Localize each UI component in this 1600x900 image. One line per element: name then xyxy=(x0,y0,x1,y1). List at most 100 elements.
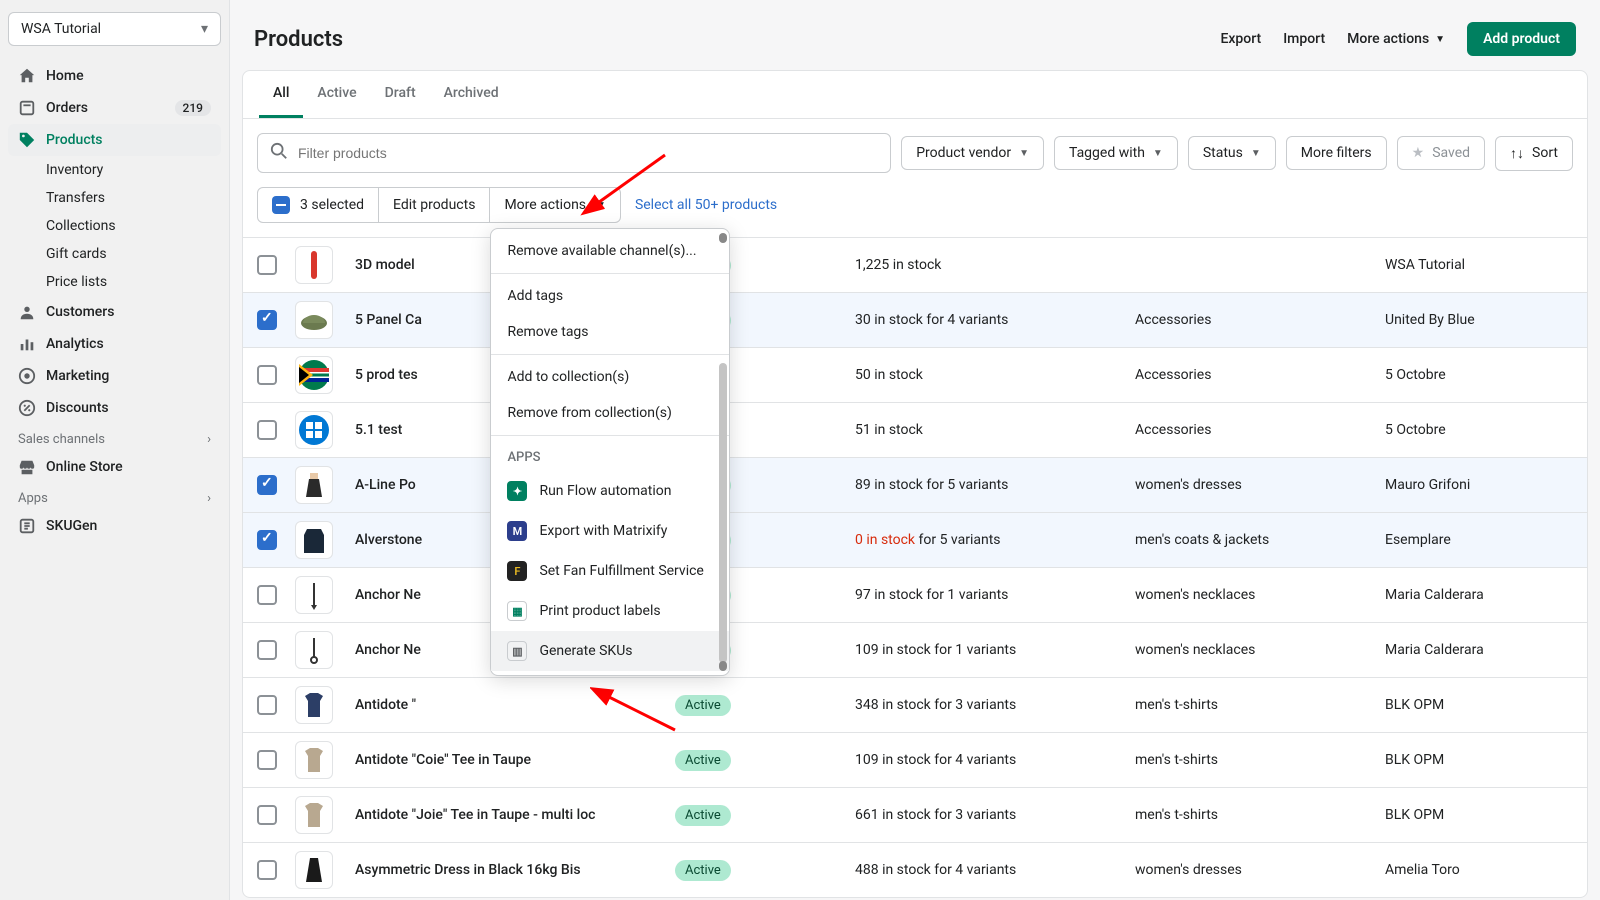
nav-marketing[interactable]: Marketing xyxy=(8,360,221,392)
tab-archived[interactable]: Archived xyxy=(430,71,513,118)
table-row[interactable]: Antidote "Coie" Tee in TaupeActive109 in… xyxy=(243,732,1587,787)
product-name[interactable]: Asymmetric Dress in Black 16kg Bis xyxy=(355,862,665,878)
product-vendor: BLK OPM xyxy=(1385,807,1573,823)
nav-products[interactable]: Products xyxy=(8,124,221,156)
edit-products-button[interactable]: Edit products xyxy=(379,188,490,222)
row-checkbox[interactable] xyxy=(257,860,277,880)
product-type: women's necklaces xyxy=(1135,642,1375,658)
table-row[interactable]: Anchor NeActive97 in stock for 1 variant… xyxy=(243,567,1587,622)
row-checkbox[interactable] xyxy=(257,805,277,825)
dd-remove-channels[interactable]: Remove available channel(s)... xyxy=(491,233,729,269)
nav-discounts[interactable]: Discounts xyxy=(8,392,221,424)
select-all-link[interactable]: Select all 50+ products xyxy=(635,197,777,213)
table-row[interactable]: 5 prod tesDraft50 in stockAccessories5 O… xyxy=(243,347,1587,402)
dd-print-labels[interactable]: ▦ Print product labels xyxy=(491,591,729,631)
saved-button[interactable]: ★Saved xyxy=(1397,136,1485,170)
row-checkbox[interactable] xyxy=(257,530,277,550)
caret-down-icon: ▼ xyxy=(1435,34,1445,45)
tab-all[interactable]: All xyxy=(259,71,303,118)
table-row[interactable]: Antidote "Joie" Tee in Taupe - multi loc… xyxy=(243,787,1587,842)
row-checkbox[interactable] xyxy=(257,365,277,385)
selection-count: 3 selected xyxy=(300,197,364,213)
product-type: Accessories xyxy=(1135,367,1375,383)
product-vendor: WSA Tutorial xyxy=(1385,257,1573,273)
product-vendor: United By Blue xyxy=(1385,312,1573,328)
product-name[interactable]: Antidote "Coie" Tee in Taupe xyxy=(355,752,665,768)
table-row[interactable]: Antidote "Active348 in stock for 3 varia… xyxy=(243,677,1587,732)
caret-down-icon: ▼ xyxy=(596,200,606,211)
table-row[interactable]: 5.1 testDraft51 in stockAccessories5 Oct… xyxy=(243,402,1587,457)
chevron-right-icon[interactable]: › xyxy=(207,491,211,506)
row-checkbox[interactable] xyxy=(257,310,277,330)
more-filters-button[interactable]: More filters xyxy=(1286,136,1387,170)
nav-skugen[interactable]: SKUGen xyxy=(8,510,221,542)
row-checkbox[interactable] xyxy=(257,585,277,605)
header-more-actions-button[interactable]: More actions ▼ xyxy=(1347,31,1445,47)
row-checkbox[interactable] xyxy=(257,255,277,275)
nav-orders[interactable]: Orders 219 xyxy=(8,92,221,124)
export-button[interactable]: Export xyxy=(1220,31,1261,47)
dd-remove-collections[interactable]: Remove from collection(s) xyxy=(491,395,729,431)
search-input[interactable] xyxy=(257,133,891,173)
product-name[interactable]: Antidote " xyxy=(355,697,665,713)
product-vendor: Mauro Grifoni xyxy=(1385,477,1573,493)
table-row[interactable]: Anchor NeActive109 in stock for 1 varian… xyxy=(243,622,1587,677)
product-type: men's t-shirts xyxy=(1135,752,1375,768)
dd-run-flow[interactable]: ✦ Run Flow automation xyxy=(491,471,729,511)
product-thumbnail xyxy=(295,686,333,724)
nav-collections[interactable]: Collections xyxy=(8,212,221,240)
dd-matrixify[interactable]: M Export with Matrixify xyxy=(491,511,729,551)
selection-count-cell[interactable]: 3 selected xyxy=(258,188,379,222)
table-row[interactable]: A-Line PoActive89 in stock for 5 variant… xyxy=(243,457,1587,512)
product-thumbnail xyxy=(295,631,333,669)
divider xyxy=(491,435,729,436)
dropdown-scrollbar[interactable] xyxy=(717,233,727,671)
store-selector[interactable]: WSA Tutorial ▾ xyxy=(8,12,221,46)
tab-draft[interactable]: Draft xyxy=(371,71,430,118)
filter-status[interactable]: Status▼ xyxy=(1188,136,1276,170)
nav-online-store[interactable]: Online Store xyxy=(8,451,221,483)
nav-home[interactable]: Home xyxy=(8,60,221,92)
add-product-button[interactable]: Add product xyxy=(1467,22,1576,56)
select-all-checkbox-mixed[interactable] xyxy=(272,196,290,214)
online-store-icon xyxy=(18,458,36,476)
search-field[interactable] xyxy=(298,145,878,161)
table-row[interactable]: 5 Panel CaActive30 in stock for 4 varian… xyxy=(243,292,1587,347)
bulk-more-actions-button[interactable]: More actions ▼ Remove available channel(… xyxy=(490,188,620,222)
import-button[interactable]: Import xyxy=(1283,31,1325,47)
dd-add-tags[interactable]: Add tags xyxy=(491,278,729,314)
print-icon: ▦ xyxy=(507,601,527,621)
product-vendor: 5 Octobre xyxy=(1385,367,1573,383)
chevron-right-icon[interactable]: › xyxy=(207,432,211,447)
product-status: Active xyxy=(675,695,845,716)
dd-generate-skus[interactable]: ▥ Generate SKUs xyxy=(491,631,729,671)
dd-fan-fulfillment[interactable]: F Set Fan Fulfillment Service xyxy=(491,551,729,591)
nav-inventory[interactable]: Inventory xyxy=(8,156,221,184)
table-row[interactable]: Asymmetric Dress in Black 16kg BisActive… xyxy=(243,842,1587,897)
row-checkbox[interactable] xyxy=(257,640,277,660)
product-name[interactable]: Antidote "Joie" Tee in Taupe - multi loc xyxy=(355,807,665,823)
table-row[interactable]: 3D modelActive1,225 in stockWSA Tutorial xyxy=(243,237,1587,292)
product-thumbnail xyxy=(295,521,333,559)
row-checkbox[interactable] xyxy=(257,475,277,495)
product-type: Accessories xyxy=(1135,422,1375,438)
row-checkbox[interactable] xyxy=(257,420,277,440)
filter-vendor[interactable]: Product vendor▼ xyxy=(901,136,1044,170)
dd-remove-tags[interactable]: Remove tags xyxy=(491,314,729,350)
row-checkbox[interactable] xyxy=(257,695,277,715)
row-checkbox[interactable] xyxy=(257,750,277,770)
tab-active[interactable]: Active xyxy=(303,71,370,118)
product-thumbnail xyxy=(295,411,333,449)
nav-customers[interactable]: Customers xyxy=(8,296,221,328)
product-thumbnail xyxy=(295,851,333,889)
filter-tagged[interactable]: Tagged with▼ xyxy=(1054,136,1178,170)
dd-add-collections[interactable]: Add to collection(s) xyxy=(491,359,729,395)
more-actions-dropdown: Remove available channel(s)... Add tags … xyxy=(490,228,730,676)
nav-gift-cards[interactable]: Gift cards xyxy=(8,240,221,268)
product-inventory: 661 in stock for 3 variants xyxy=(855,807,1125,823)
table-row[interactable]: AlverstoneActive0 in stock for 5 variant… xyxy=(243,512,1587,567)
sort-button[interactable]: ↑↓Sort xyxy=(1495,136,1573,171)
nav-price-lists[interactable]: Price lists xyxy=(8,268,221,296)
nav-transfers[interactable]: Transfers xyxy=(8,184,221,212)
nav-analytics[interactable]: Analytics xyxy=(8,328,221,360)
